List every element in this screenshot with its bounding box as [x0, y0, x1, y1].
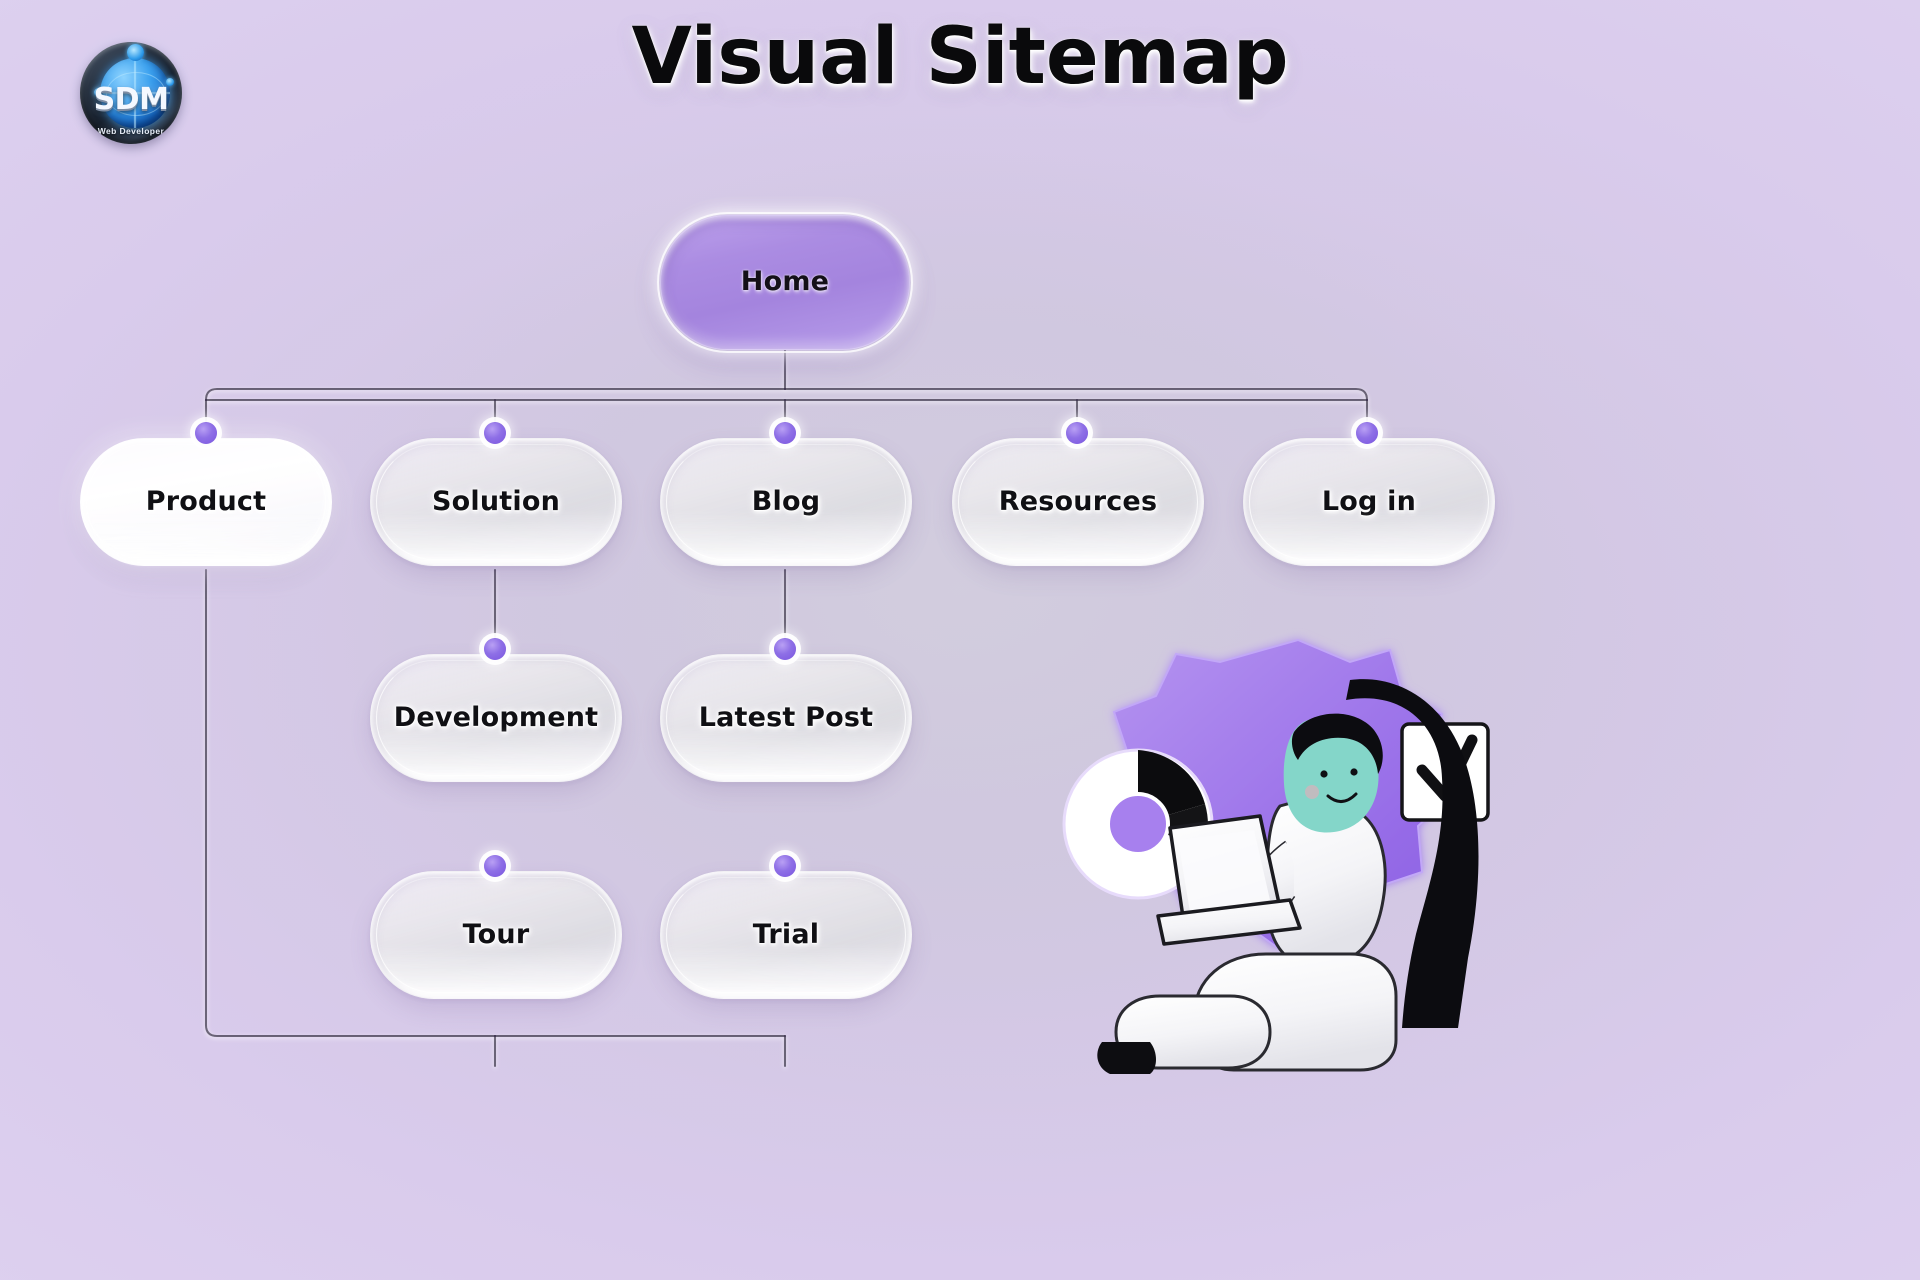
node-product[interactable]: Product — [80, 438, 332, 566]
node-label: Solution — [431, 485, 560, 517]
connector-dot — [774, 422, 796, 444]
node-blog[interactable]: Blog — [660, 438, 912, 566]
node-development[interactable]: Development — [370, 654, 622, 782]
node-label: Trial — [752, 918, 820, 950]
node-label: Resources — [998, 485, 1158, 517]
illustration-woman-with-laptop — [998, 628, 1518, 1088]
node-resources[interactable]: Resources — [952, 438, 1204, 566]
node-home[interactable]: Home — [660, 215, 910, 350]
connector-dot — [484, 422, 506, 444]
node-label: Blog — [751, 485, 821, 517]
person-legs — [1097, 952, 1398, 1074]
connector-dot — [774, 638, 796, 660]
connector-dot — [774, 855, 796, 877]
node-label: Tour — [462, 918, 530, 950]
connector-dot — [484, 638, 506, 660]
connector-dot — [195, 422, 217, 444]
node-label: Development — [393, 701, 599, 733]
node-login[interactable]: Log in — [1243, 438, 1495, 566]
connector-dot — [484, 855, 506, 877]
connector-dot — [1356, 422, 1378, 444]
node-label: Product — [145, 485, 267, 517]
node-label: Latest Post — [698, 701, 874, 733]
node-tour[interactable]: Tour — [370, 871, 622, 999]
node-label: Home — [740, 266, 830, 298]
node-solution[interactable]: Solution — [370, 438, 622, 566]
node-latest-post[interactable]: Latest Post — [660, 654, 912, 782]
logo-tagline: Web Developer — [97, 126, 165, 136]
connector-dot — [1066, 422, 1088, 444]
node-label: Log in — [1321, 485, 1417, 517]
connector-lines — [204, 348, 1369, 1068]
page-title: Visual Sitemap — [631, 12, 1289, 102]
node-trial[interactable]: Trial — [660, 871, 912, 999]
